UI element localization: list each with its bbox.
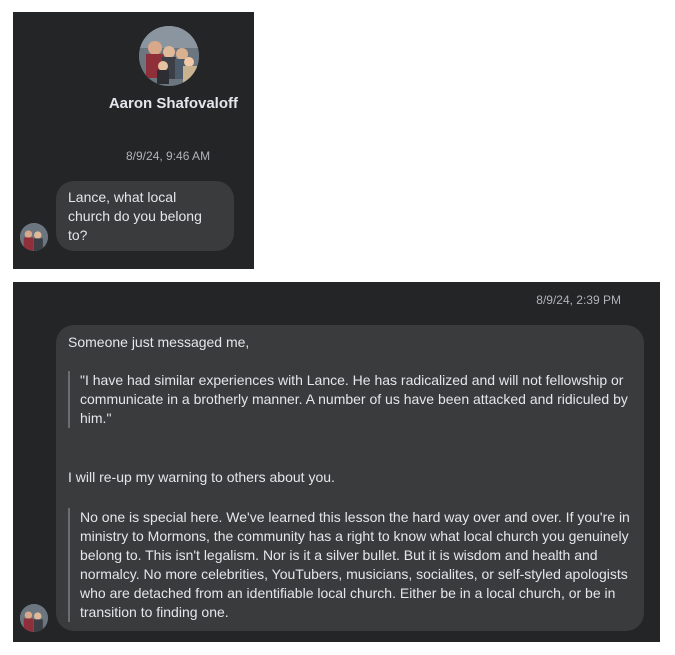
profile-name[interactable]: Aaron Shafovaloff — [13, 95, 254, 112]
chat-panel-1: Aaron Shafovaloff 8/9/24, 9:46 AM Lance,… — [13, 12, 254, 269]
profile-avatar[interactable] — [139, 26, 199, 86]
message-bubble[interactable]: Lance, what local church do you belong t… — [56, 181, 234, 251]
family-photo-avatar-icon — [20, 223, 48, 251]
message-timestamp: 8/9/24, 2:39 PM — [536, 293, 621, 307]
sender-avatar[interactable] — [20, 223, 48, 251]
quoted-message: "I have had similar experiences with Lan… — [68, 371, 632, 428]
family-photo-avatar-icon — [139, 26, 199, 86]
message-bubble[interactable]: Someone just messaged me, "I have had si… — [56, 325, 644, 631]
message-timestamp: 8/9/24, 9:46 AM — [126, 149, 211, 163]
sender-avatar[interactable] — [20, 604, 48, 632]
family-photo-avatar-icon — [20, 604, 48, 632]
chat-panel-2: 8/9/24, 2:39 PM Someone just messaged me… — [13, 282, 660, 642]
message-intro: Someone just messaged me, — [68, 334, 250, 350]
quoted-message: No one is special here. We've learned th… — [68, 508, 632, 622]
message-text: Lance, what local church do you belong t… — [68, 189, 202, 243]
message-text: I will re-up my warning to others about … — [68, 469, 335, 485]
